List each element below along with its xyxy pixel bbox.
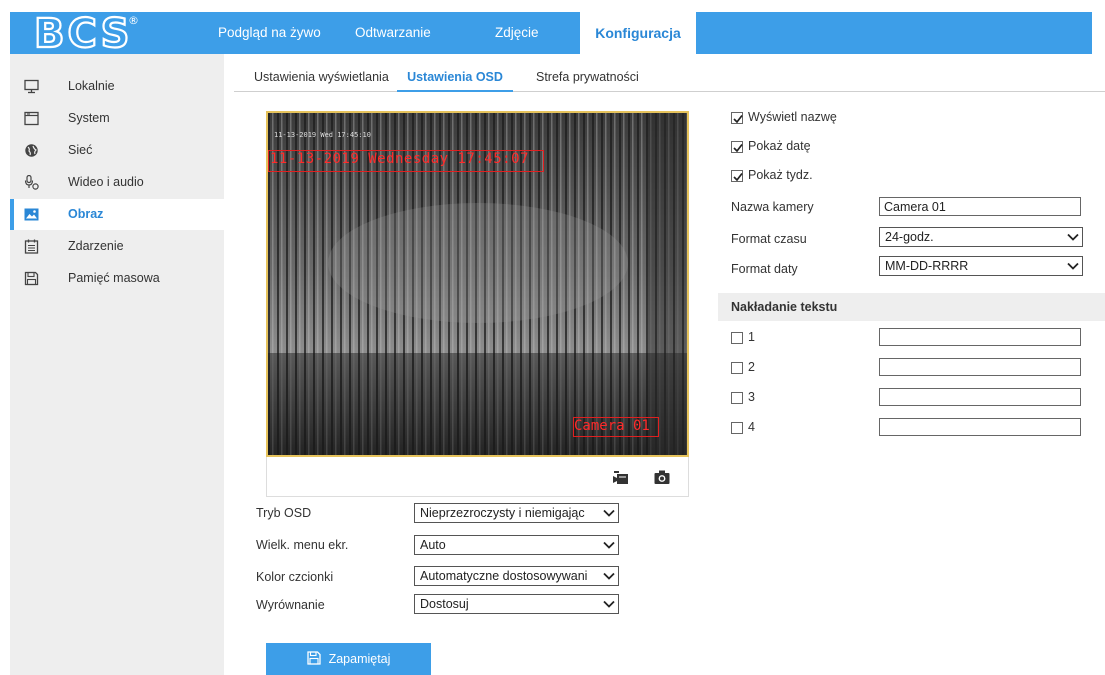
nav-picture[interactable]: Zdjęcie	[495, 12, 539, 54]
sidebar: Lokalnie System Sieć Wideo i audio Obraz…	[10, 54, 224, 675]
sidebar-item-system[interactable]: System	[10, 103, 224, 134]
sidebar-item-label: System	[68, 111, 110, 125]
osd-mode-value: Nieprzezroczysty i niemigając	[420, 506, 585, 520]
osd-mode-label: Tryb OSD	[256, 506, 312, 520]
chevron-down-icon	[602, 538, 616, 552]
time-format-value: 24-godz.	[885, 230, 934, 244]
osd-preview-timestamp: 11-13-2019 Wed 17:45:10	[274, 131, 371, 139]
alignment-label: Wyrównanie	[256, 598, 325, 612]
font-color-label: Kolor czcionki	[256, 570, 334, 584]
show-date-label: Pokaż datę	[748, 139, 811, 153]
overlay-2-checkbox[interactable]	[731, 362, 743, 374]
nav-configuration[interactable]: Konfiguracja	[580, 12, 696, 54]
date-format-select[interactable]: MM-DD-RRRR	[879, 256, 1083, 276]
chevron-down-icon	[1067, 262, 1079, 270]
video-toolbar	[266, 457, 689, 497]
nav-playback[interactable]: Odtwarzanie	[355, 12, 431, 54]
overlay-2-label: 2	[748, 360, 755, 374]
system-icon	[24, 111, 39, 126]
show-name-checkbox[interactable]	[731, 112, 743, 124]
sidebar-item-network[interactable]: Sieć	[10, 135, 224, 166]
sidebar-item-label: Sieć	[68, 143, 93, 157]
show-name-label: Wyświetl nazwę	[748, 110, 837, 124]
date-format-value: MM-DD-RRRR	[885, 259, 969, 273]
sidebar-item-label: Pamięć masowa	[68, 271, 160, 285]
overlay-4-input[interactable]	[879, 418, 1081, 436]
save-icon	[306, 651, 321, 665]
svg-text:®: ®	[128, 14, 139, 27]
sidebar-item-label: Lokalnie	[68, 79, 115, 93]
overlay-4-checkbox[interactable]	[731, 422, 743, 434]
storage-icon	[24, 271, 39, 286]
svg-text:BCS: BCS	[34, 13, 132, 51]
alignment-value: Dostosuj	[420, 597, 469, 611]
overlay-1-label: 1	[748, 330, 755, 344]
osd-mode-select[interactable]: Nieprzezroczysty i niemigając	[414, 503, 619, 523]
font-color-select[interactable]: Automatyczne dostosowywani	[414, 566, 619, 586]
overlay-3-input[interactable]	[879, 388, 1081, 406]
sidebar-item-label: Obraz	[68, 207, 104, 221]
camera-snapshot-icon[interactable]	[654, 470, 670, 485]
overlay-1-checkbox[interactable]	[731, 332, 743, 344]
monitor-icon	[24, 79, 39, 94]
time-format-select[interactable]: 24-godz.	[879, 227, 1083, 247]
sidebar-item-event[interactable]: Zdarzenie	[10, 231, 224, 262]
chevron-down-icon	[1067, 233, 1079, 241]
overlay-2-input[interactable]	[879, 358, 1081, 376]
sidebar-item-label: Zdarzenie	[68, 239, 124, 253]
camera-name-label: Nazwa kamery	[731, 200, 814, 214]
video-preview[interactable]: 11-13-2019 Wed 17:45:10 11-13-2019 Wedne…	[266, 111, 689, 457]
text-overlay-section: Nakładanie tekstu	[718, 293, 1105, 321]
sidebar-item-local[interactable]: Lokalnie	[10, 71, 224, 102]
date-format-label: Format daty	[731, 262, 798, 276]
overlay-3-checkbox[interactable]	[731, 392, 743, 404]
active-indicator	[10, 199, 14, 230]
mic-icon	[24, 175, 39, 190]
tab-display-settings[interactable]: Ustawienia wyświetlania	[254, 66, 389, 91]
tab-osd-settings[interactable]: Ustawienia OSD	[397, 66, 513, 92]
save-button-label: Zapamiętaj	[328, 652, 391, 666]
settings-tabs: Ustawienia wyświetlania Ustawienia OSD S…	[234, 66, 1105, 92]
sidebar-item-image[interactable]: Obraz	[10, 199, 224, 230]
osd-camera-name-text: Camera 01	[574, 418, 650, 434]
image-icon	[24, 208, 39, 221]
sidebar-item-video-audio[interactable]: Wideo i audio	[10, 167, 224, 198]
checkmark-icon	[733, 172, 743, 182]
chevron-down-icon	[602, 506, 616, 520]
overlay-1-input[interactable]	[879, 328, 1081, 346]
chevron-down-icon	[602, 597, 616, 611]
record-video-icon[interactable]	[613, 471, 629, 485]
show-week-checkbox[interactable]	[731, 170, 743, 182]
show-date-checkbox[interactable]	[731, 141, 743, 153]
overlay-4-label: 4	[748, 420, 755, 434]
menu-size-select[interactable]: Auto	[414, 535, 619, 555]
bcs-logo: BCS ®	[32, 13, 142, 51]
checkmark-icon	[733, 114, 743, 124]
save-button[interactable]: Zapamiętaj	[266, 643, 431, 675]
osd-date-text: 11-13-2019 Wednesday 17:45:07	[270, 151, 529, 167]
camera-name-input[interactable]	[879, 197, 1081, 216]
time-format-label: Format czasu	[731, 232, 807, 246]
sidebar-item-label: Wideo i audio	[68, 175, 144, 189]
show-week-label: Pokaż tydz.	[748, 168, 813, 182]
overlay-3-label: 3	[748, 390, 755, 404]
menu-size-value: Auto	[420, 538, 446, 552]
text-overlay-title: Nakładanie tekstu	[731, 300, 838, 314]
top-navigation-bar: BCS ® Podgląd na żywo Odtwarzanie Zdjęci…	[10, 12, 1092, 54]
checkmark-icon	[733, 143, 743, 153]
chevron-down-icon	[602, 569, 616, 583]
nav-live-view[interactable]: Podgląd na żywo	[218, 12, 321, 54]
menu-size-label: Wielk. menu ekr.	[256, 538, 349, 552]
globe-icon	[25, 144, 38, 157]
sidebar-item-storage[interactable]: Pamięć masowa	[10, 263, 224, 294]
calendar-icon	[24, 239, 39, 254]
tab-privacy-zone[interactable]: Strefa prywatności	[536, 66, 639, 91]
font-color-value: Automatyczne dostosowywani	[420, 569, 588, 583]
alignment-select[interactable]: Dostosuj	[414, 594, 619, 614]
